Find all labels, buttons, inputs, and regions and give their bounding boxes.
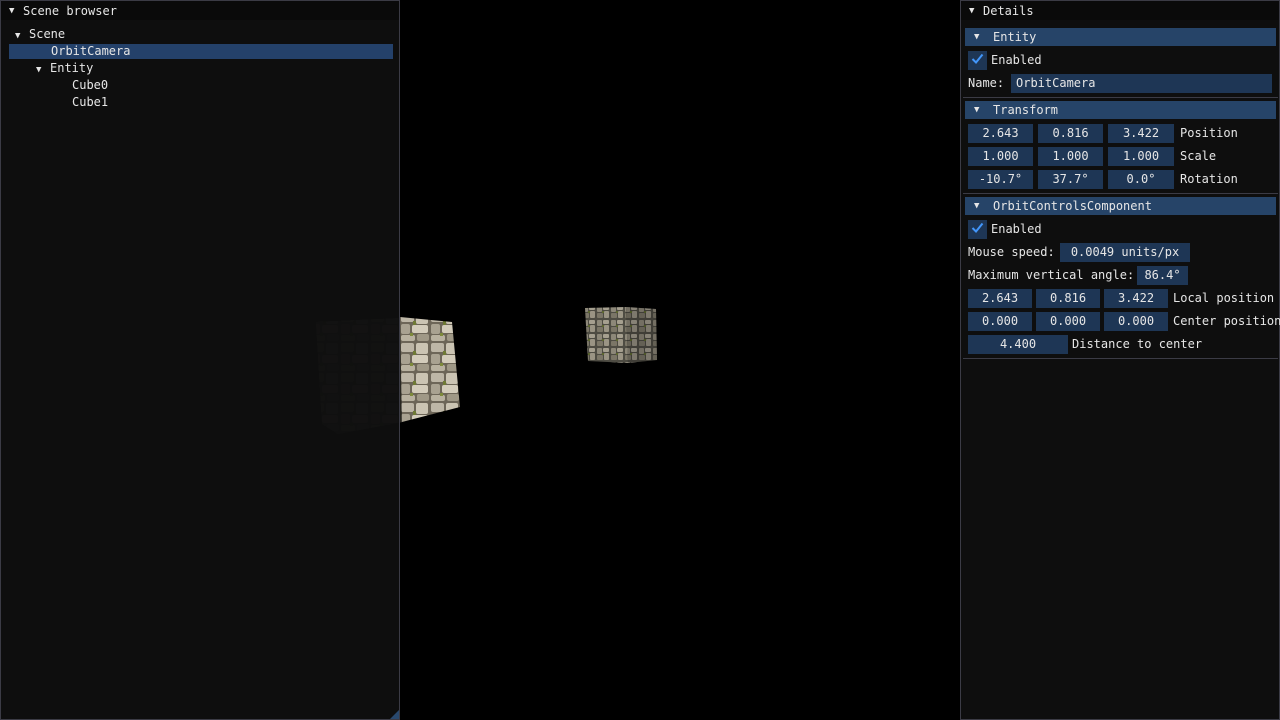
tree-node-scene[interactable]: ▼ Scene [15,27,65,42]
max-vertical-angle-field[interactable]: 86.4° [1137,266,1188,285]
local-position-label: Local position [1173,291,1275,305]
checkmark-icon [971,222,984,233]
rotation-x-field[interactable]: -10.7° [968,170,1033,189]
triangle-down-icon: ▼ [974,105,980,115]
tree-node-cube1[interactable]: Cube1 [72,95,108,110]
position-label: Position [1180,126,1238,140]
local-position-z-field[interactable]: 3.422 [1104,289,1168,308]
cube1-left-shade [585,307,628,363]
scale-z-field[interactable]: 1.000 [1108,147,1174,166]
triangle-down-icon: ▼ [974,201,980,211]
name-label: Name: [968,76,1005,90]
tree-node-label: Cube1 [72,95,109,109]
name-field[interactable]: OrbitCamera [1011,74,1272,93]
details-panel[interactable]: ▼ Details ▼ Entity Enabled Name: OrbitCa… [960,0,1280,720]
position-z-field[interactable]: 3.422 [1108,124,1174,143]
expand-arrow-icon[interactable]: ▼ [36,63,45,78]
scale-label: Scale [1180,149,1217,163]
transform-section-title: Transform [993,103,1059,117]
tree-node-label: Entity [50,61,94,75]
rotation-y-field[interactable]: 37.7° [1038,170,1103,189]
entity-enabled-checkbox[interactable] [968,51,987,70]
distance-to-center-field[interactable]: 4.400 [968,335,1068,354]
entity-section-title: Entity [993,30,1037,44]
rotation-z-field[interactable]: 0.0° [1108,170,1174,189]
section-divider [963,97,1278,98]
tree-node-label: Cube0 [72,78,109,92]
scale-x-field[interactable]: 1.000 [968,147,1033,166]
cube1-right-shade [626,307,657,363]
position-x-field[interactable]: 2.643 [968,124,1033,143]
local-position-x-field[interactable]: 2.643 [968,289,1032,308]
max-vertical-angle-label: Maximum vertical angle: [968,268,1135,282]
checkmark-icon [971,53,984,64]
collapse-triangle-icon[interactable]: ▼ [9,6,18,16]
scale-y-field[interactable]: 1.000 [1038,147,1103,166]
section-divider [963,358,1278,359]
center-position-z-field[interactable]: 0.000 [1104,312,1168,331]
tree-node-orbitcamera[interactable]: OrbitCamera [9,44,393,59]
scene-browser-panel[interactable]: ▼ Scene browser ▼ Scene OrbitCamera ▼ Enti… [0,0,400,720]
details-title: Details [983,3,1034,18]
section-divider [963,193,1278,194]
collapse-triangle-icon[interactable]: ▼ [969,6,978,16]
center-position-y-field[interactable]: 0.000 [1036,312,1100,331]
expand-arrow-icon[interactable]: ▼ [15,29,24,44]
details-titlebar[interactable]: ▼ Details [961,1,1279,20]
entity-enabled-label: Enabled [991,53,1042,67]
mouse-speed-label: Mouse speed: [968,245,1055,259]
position-y-field[interactable]: 0.816 [1038,124,1103,143]
orbit-controls-section-title: OrbitControlsComponent [993,199,1152,213]
cube0-front-face [400,317,460,422]
tree-node-label: Scene [29,27,66,41]
resize-grip-icon[interactable] [390,710,399,719]
center-position-x-field[interactable]: 0.000 [968,312,1032,331]
orbit-enabled-label: Enabled [991,222,1042,236]
entity-section-header[interactable]: ▼ Entity [965,28,1276,46]
transform-section-header[interactable]: ▼ Transform [965,101,1276,119]
tree-node-cube0[interactable]: Cube0 [72,78,108,93]
distance-to-center-label: Distance to center [1072,337,1203,351]
mouse-speed-field[interactable]: 0.0049 units/px [1060,243,1190,262]
tree-node-label: OrbitCamera [51,44,131,58]
orbit-enabled-checkbox[interactable] [968,220,987,239]
rotation-label: Rotation [1180,172,1238,186]
cube1-mesh[interactable] [582,305,662,369]
local-position-y-field[interactable]: 0.816 [1036,289,1100,308]
scene-browser-title: Scene browser [23,3,117,18]
scene-browser-titlebar[interactable]: ▼ Scene browser [1,1,399,20]
center-position-label: Center position [1173,314,1280,328]
triangle-down-icon: ▼ [974,32,980,42]
tree-node-entity[interactable]: ▼ Entity [36,61,93,76]
orbit-controls-section-header[interactable]: ▼ OrbitControlsComponent [965,197,1276,215]
